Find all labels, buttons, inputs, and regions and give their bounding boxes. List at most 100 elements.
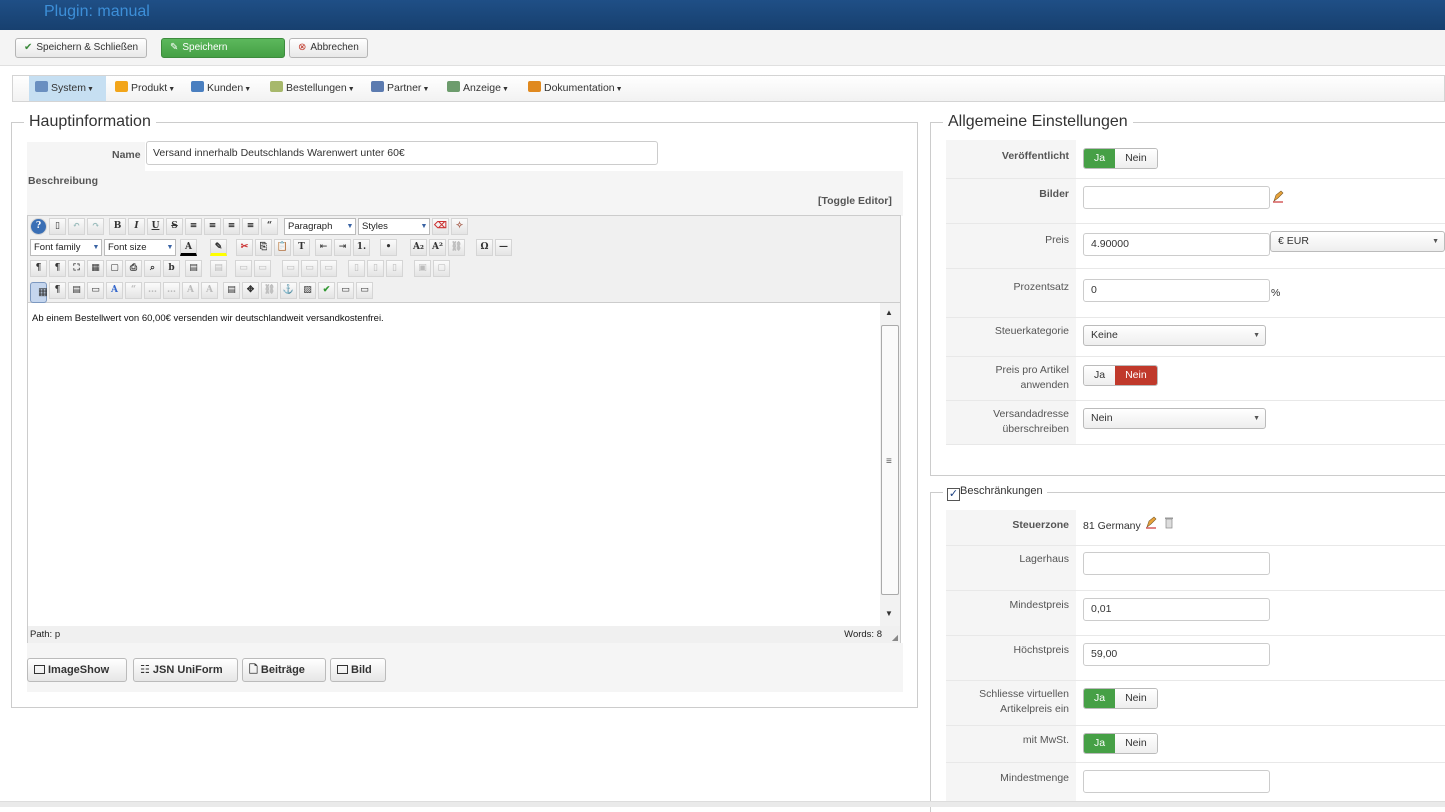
col-after-icon[interactable]: ▯	[367, 260, 384, 277]
link-icon[interactable]: ⛓	[261, 282, 278, 299]
name-input[interactable]	[146, 141, 658, 165]
per-item-toggle[interactable]: Ja Nein	[1083, 365, 1158, 386]
del-icon[interactable]: A	[182, 282, 199, 299]
strikethrough-icon[interactable]: S	[166, 218, 183, 235]
image-icon[interactable]: ▨	[299, 282, 316, 299]
underline-icon[interactable]: U	[147, 218, 164, 235]
virtual-no[interactable]: Nein	[1115, 689, 1157, 708]
menu-partner[interactable]: Partner▼	[365, 76, 435, 101]
price-input[interactable]: 4.90000	[1083, 233, 1270, 256]
italic-icon[interactable]: I	[128, 218, 145, 235]
split-cells-icon[interactable]: ▢	[433, 260, 450, 277]
align-left-icon[interactable]: ≡	[223, 218, 240, 235]
cancel-button[interactable]: ⊗ Abbrechen	[289, 38, 368, 58]
bullet-list-icon[interactable]: •	[380, 239, 397, 256]
published-no[interactable]: Nein	[1115, 149, 1157, 168]
blockquote-icon[interactable]: “	[261, 218, 278, 235]
redo-icon[interactable]: ↷	[87, 218, 104, 235]
published-yes[interactable]: Ja	[1084, 149, 1116, 168]
edit-zone-icon[interactable]	[1145, 516, 1157, 529]
menu-kunden[interactable]: Kunden▼	[185, 76, 257, 101]
published-toggle[interactable]: Ja Nein	[1083, 148, 1158, 169]
row-after-icon[interactable]: ▭	[301, 260, 318, 277]
restrictions-checkbox[interactable]: ✓	[947, 488, 960, 501]
template-icon[interactable]: ▦	[87, 260, 104, 277]
undo-icon[interactable]: ↶	[68, 218, 85, 235]
align-center-icon[interactable]: ≡	[204, 218, 221, 235]
acronym-icon[interactable]: …	[163, 282, 180, 299]
align-right-icon[interactable]: ≡	[242, 218, 259, 235]
menu-dokumentation[interactable]: Dokumentation▼	[522, 76, 629, 101]
editor-scrollbar[interactable]: ▲ ≡ ▼	[880, 303, 900, 626]
spellcheck-icon[interactable]: ✔	[318, 282, 335, 299]
min-price-input[interactable]: 0,01	[1083, 598, 1270, 621]
special-char-icon[interactable]: Ω	[476, 239, 493, 256]
readmore-icon[interactable]: ▭	[356, 282, 373, 299]
fullscreen-icon[interactable]: ⛶	[68, 260, 85, 277]
visual-aid-icon[interactable]: ▦	[30, 282, 48, 303]
min-qty-input[interactable]	[1083, 770, 1270, 793]
style-props-icon[interactable]: A	[106, 282, 123, 299]
unlink-icon[interactable]: ⛓	[448, 239, 465, 256]
bold-icon[interactable]: B	[109, 218, 126, 235]
subscript-icon[interactable]: A₂	[410, 239, 427, 256]
copy-icon[interactable]: ⎘	[255, 239, 272, 256]
save-close-button[interactable]: ✔ Speichern & Schließen	[15, 38, 148, 58]
align-justify-icon[interactable]: ≡	[185, 218, 202, 235]
cut-icon[interactable]: ✂	[236, 239, 253, 256]
menu-produkt[interactable]: Produkt▼	[109, 76, 181, 101]
scroll-thumb[interactable]: ≡	[881, 325, 899, 595]
styles-select[interactable]: Styles ▼	[358, 218, 430, 235]
indent-icon[interactable]: ⇥	[334, 239, 351, 256]
col-before-icon[interactable]: ▯	[348, 260, 365, 277]
abbr-icon[interactable]: …	[144, 282, 161, 299]
tax-select[interactable]: Keine ▼	[1083, 325, 1266, 346]
cleanup-icon[interactable]: ✧	[451, 218, 468, 235]
vat-yes[interactable]: Ja	[1084, 734, 1116, 753]
resize-handle-icon[interactable]: ◢	[892, 633, 898, 642]
vat-toggle[interactable]: Ja Nein	[1083, 733, 1158, 754]
new-document-icon[interactable]: ▯	[49, 218, 66, 235]
cite-icon[interactable]: “	[125, 282, 142, 299]
nonbreaking-icon[interactable]: ✥	[242, 282, 259, 299]
currency-select[interactable]: € EUR ▼	[1270, 231, 1445, 252]
override-select[interactable]: Nein ▼	[1083, 408, 1266, 429]
format-select[interactable]: Paragraph ▼	[284, 218, 356, 235]
anchor-icon[interactable]: ⚓	[280, 282, 297, 299]
vat-no[interactable]: Nein	[1115, 734, 1157, 753]
warehouse-input[interactable]	[1083, 552, 1270, 575]
per-item-no[interactable]: Nein	[1115, 366, 1157, 385]
attribs-icon[interactable]: ▤	[223, 282, 240, 299]
superscript-icon[interactable]: A²	[429, 239, 446, 256]
pagebreak-icon[interactable]: ▭	[337, 282, 354, 299]
outdent-icon[interactable]: ⇤	[315, 239, 332, 256]
ordered-list-icon[interactable]: 1.	[353, 239, 370, 256]
imageshow-button[interactable]: ImageShow	[27, 658, 127, 682]
beitraege-button[interactable]: 🗋 Beiträge	[242, 658, 326, 682]
insert-layer-icon[interactable]: ▤	[68, 282, 85, 299]
replace-icon[interactable]: b	[163, 260, 180, 277]
highlight-icon[interactable]: ✎	[210, 239, 227, 256]
images-input[interactable]	[1083, 186, 1270, 209]
virtual-toggle[interactable]: Ja Nein	[1083, 688, 1158, 709]
menu-anzeige[interactable]: Anzeige▼	[441, 76, 515, 101]
delete-col-icon[interactable]: ▯	[386, 260, 403, 277]
show-blocks-icon[interactable]: ¶	[49, 282, 66, 299]
table-delete-icon[interactable]: ▤	[210, 260, 227, 277]
cell-props-icon[interactable]: ▭	[254, 260, 271, 277]
menu-system[interactable]: System▼	[29, 76, 106, 101]
max-price-input[interactable]: 59,00	[1083, 643, 1270, 666]
paste-text-icon[interactable]: T	[293, 239, 310, 256]
insert-table-icon[interactable]: ▤	[185, 260, 202, 277]
row-props-icon[interactable]: ▭	[235, 260, 252, 277]
virtual-yes[interactable]: Ja	[1084, 689, 1116, 708]
percent-input[interactable]: 0	[1083, 279, 1270, 302]
menu-bestellungen[interactable]: Bestellungen▼	[264, 76, 361, 101]
ltr-icon[interactable]: ¶	[30, 260, 47, 277]
jsn-uniform-button[interactable]: ☷ JSN UniForm	[133, 658, 238, 682]
scroll-down-icon[interactable]: ▼	[885, 609, 893, 618]
toggle-editor-link[interactable]: [Toggle Editor]	[818, 195, 892, 207]
preview-icon[interactable]: ▢	[106, 260, 123, 277]
text-color-icon[interactable]: A	[180, 239, 197, 256]
merge-cells-icon[interactable]: ▣	[414, 260, 431, 277]
